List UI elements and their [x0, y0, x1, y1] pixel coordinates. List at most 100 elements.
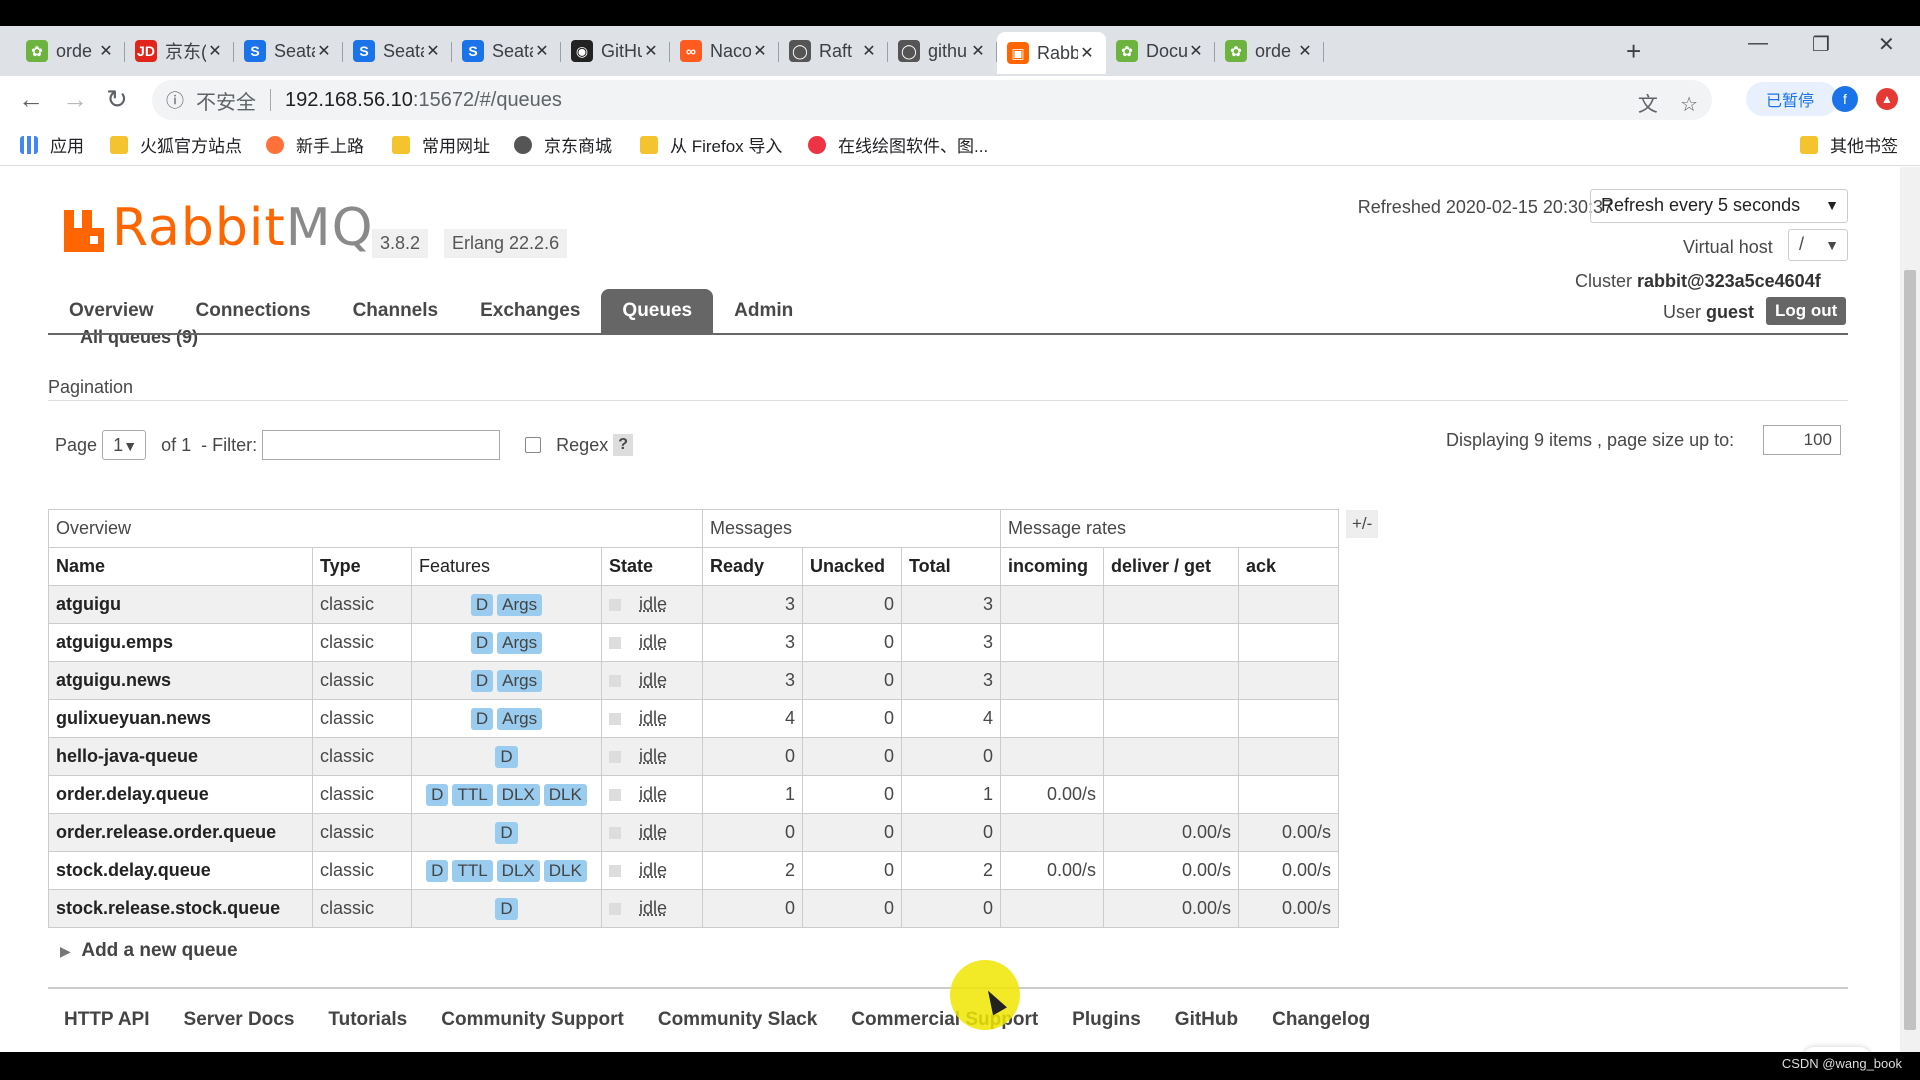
- bookmark-item[interactable]: 火狐官方站点: [110, 132, 242, 157]
- regex-help-button[interactable]: ?: [613, 434, 633, 456]
- nav-connections[interactable]: Connections: [175, 289, 332, 333]
- feature-tag[interactable]: DLX: [496, 783, 540, 806]
- state-label[interactable]: idle: [639, 822, 667, 842]
- extension-icon[interactable]: ▲: [1876, 88, 1898, 110]
- queue-name-link[interactable]: atguigu.emps: [48, 623, 313, 662]
- nav-queues[interactable]: Queues: [601, 289, 714, 333]
- close-icon[interactable]: ✕: [206, 41, 224, 61]
- feature-tag[interactable]: D: [426, 859, 449, 882]
- add-queue-section[interactable]: ▶ Add a new queue: [60, 940, 238, 962]
- col-state[interactable]: State: [601, 547, 703, 586]
- forward-icon[interactable]: →: [62, 84, 88, 115]
- table-row[interactable]: atguigu.emps classic D Args idle 3 0 3: [48, 623, 1339, 662]
- tab-9[interactable]: ▣ Rabb ✕: [997, 32, 1106, 74]
- page-select[interactable]: 1 ▼: [102, 430, 147, 460]
- feature-tag[interactable]: D: [470, 593, 494, 616]
- sync-paused-button[interactable]: 已暂停: [1746, 82, 1838, 116]
- state-label[interactable]: idle: [639, 632, 667, 652]
- maximize-button[interactable]: ❐: [1812, 32, 1830, 57]
- table-row[interactable]: stock.delay.queue classic D TTL DLX DLK idle 2 0…: [48, 851, 1339, 890]
- logout-button[interactable]: Log out: [1766, 297, 1847, 325]
- col-deliver-get[interactable]: deliver / get: [1103, 547, 1239, 586]
- bookmark-item[interactable]: 京东商城: [514, 132, 612, 157]
- table-row[interactable]: atguigu.news classic D Args idle 3 0 3: [48, 661, 1339, 700]
- queue-name-link[interactable]: atguigu: [48, 585, 313, 624]
- queue-name-link[interactable]: order.delay.queue: [48, 775, 313, 814]
- page-size-input[interactable]: 100: [1763, 425, 1841, 455]
- col-unacked[interactable]: Unacked: [802, 547, 902, 586]
- state-label[interactable]: idle: [639, 860, 667, 880]
- column-toggle-button[interactable]: +/-: [1346, 510, 1379, 538]
- state-label[interactable]: idle: [639, 594, 667, 614]
- footer-link-plugins[interactable]: Plugins: [1072, 1009, 1141, 1031]
- feature-tag[interactable]: Args: [497, 707, 543, 730]
- close-icon[interactable]: ✕: [751, 41, 769, 61]
- close-icon[interactable]: ✕: [424, 41, 442, 61]
- state-label[interactable]: idle: [639, 708, 667, 728]
- nav-admin[interactable]: Admin: [713, 289, 814, 333]
- table-row[interactable]: stock.release.stock.queue classic Didle 0 0 0…: [48, 889, 1339, 928]
- close-icon[interactable]: ✕: [315, 41, 333, 61]
- feature-tag[interactable]: D: [470, 631, 494, 654]
- queue-name-link[interactable]: hello-java-queue: [48, 737, 313, 776]
- table-row[interactable]: atguigu classic D Args idle 3 0 3: [48, 585, 1339, 624]
- queue-name-link[interactable]: order.release.order.queue: [48, 813, 313, 852]
- close-icon[interactable]: ✕: [969, 41, 987, 61]
- tab-6[interactable]: ∞ Naco ✕: [670, 32, 779, 70]
- pagination-title[interactable]: Pagination: [48, 377, 133, 398]
- feature-tag[interactable]: DLK: [543, 783, 587, 806]
- close-icon[interactable]: ✕: [1296, 41, 1314, 61]
- tab-0[interactable]: ✿ orde ✕: [16, 32, 125, 70]
- table-row[interactable]: order.release.order.queue classic Didle 0 0 0…: [48, 813, 1339, 852]
- footer-link-community-support[interactable]: Community Support: [441, 1009, 624, 1031]
- close-icon[interactable]: ✕: [97, 41, 115, 61]
- feature-tag[interactable]: D: [470, 669, 494, 692]
- feature-tag[interactable]: D: [426, 783, 449, 806]
- footer-link-http-api[interactable]: HTTP API: [64, 1009, 150, 1031]
- vhost-select[interactable]: / ▼: [1788, 229, 1848, 261]
- close-icon[interactable]: ✕: [1187, 41, 1205, 61]
- bookmark-item[interactable]: 常用网址: [392, 132, 490, 157]
- all-queues-heading[interactable]: All queues (9): [80, 327, 198, 348]
- tab-5[interactable]: ◉ GitHu✕: [561, 32, 670, 70]
- tab-3[interactable]: S Seata✕: [343, 32, 452, 70]
- tab-8[interactable]: ◯ githu ✕: [888, 32, 997, 70]
- rabbitmq-logo[interactable]: RabbitMQ: [62, 202, 374, 254]
- state-label[interactable]: idle: [639, 898, 667, 918]
- scrollbar-thumb[interactable]: [1904, 270, 1916, 1030]
- close-window-button[interactable]: ✕: [1878, 32, 1895, 57]
- footer-link-changelog[interactable]: Changelog: [1272, 1009, 1370, 1031]
- queue-name-link[interactable]: stock.release.stock.queue: [48, 889, 313, 928]
- translate-icon[interactable]: 文: [1638, 94, 1658, 116]
- footer-link-community-slack[interactable]: Community Slack: [658, 1009, 817, 1031]
- tab-2[interactable]: S Seata✕: [234, 32, 343, 70]
- col-ack[interactable]: ack: [1238, 547, 1339, 586]
- feature-tag[interactable]: TTL: [452, 859, 493, 882]
- close-icon[interactable]: ✕: [1078, 43, 1096, 63]
- queue-name-link[interactable]: gulixueyuan.news: [48, 699, 313, 738]
- bookmark-item[interactable]: 从 Firefox 导入: [640, 132, 782, 157]
- col-ready[interactable]: Ready: [702, 547, 803, 586]
- tab-4[interactable]: S Seata✕: [452, 32, 561, 70]
- filter-input[interactable]: [262, 430, 501, 460]
- feature-tag[interactable]: D: [470, 707, 494, 730]
- close-icon[interactable]: ✕: [533, 41, 551, 61]
- col-total[interactable]: Total: [901, 547, 1001, 586]
- tab-1[interactable]: JD 京东(✕: [125, 32, 234, 70]
- reload-icon[interactable]: ↻: [106, 84, 128, 115]
- table-row[interactable]: gulixueyuan.news classic D Args idle 4 0 4: [48, 699, 1339, 738]
- close-icon[interactable]: ✕: [642, 41, 660, 61]
- address-bar[interactable]: ⓘ 不安全 192.168.56.10:15672/#/queues 文 ☆: [152, 80, 1712, 120]
- feature-tag[interactable]: DLX: [496, 859, 540, 882]
- footer-link-server-docs[interactable]: Server Docs: [184, 1009, 295, 1031]
- queue-name-link[interactable]: atguigu.news: [48, 661, 313, 700]
- feature-tag[interactable]: D: [495, 745, 518, 768]
- bookmark-item[interactable]: 新手上路: [266, 132, 364, 157]
- minimize-button[interactable]: —: [1748, 32, 1768, 55]
- info-icon[interactable]: ⓘ: [166, 87, 184, 113]
- feature-tag[interactable]: TTL: [452, 783, 493, 806]
- close-icon[interactable]: ✕: [860, 41, 878, 61]
- feature-tag[interactable]: Args: [497, 669, 543, 692]
- feature-tag[interactable]: Args: [497, 631, 543, 654]
- col-type[interactable]: Type: [312, 547, 412, 586]
